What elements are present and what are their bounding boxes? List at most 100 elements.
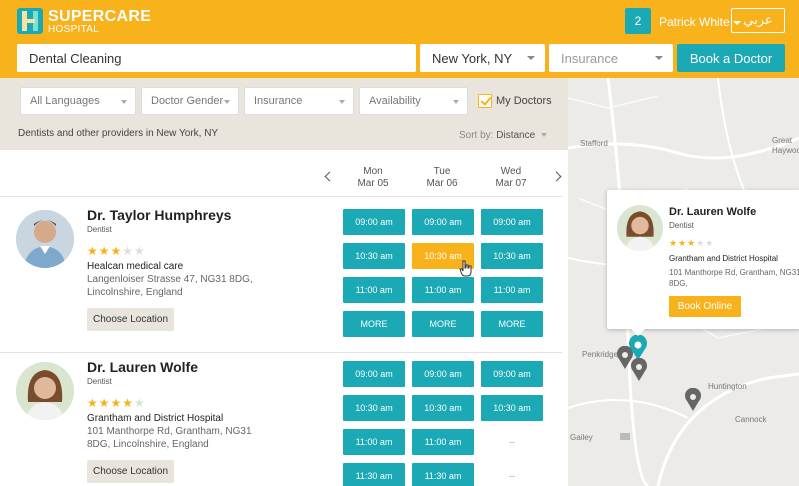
chevron-right-icon[interactable] <box>551 171 562 182</box>
time-slot[interactable]: 11:30 am <box>412 463 474 486</box>
no-slot: -- <box>509 471 515 481</box>
clinic-address: 101 Manthorpe Rd, Grantham, NG31 8DG, Li… <box>87 426 252 450</box>
my-doctors-checkbox[interactable] <box>478 94 492 108</box>
time-slot[interactable]: 11:00 am <box>412 277 474 303</box>
time-slot[interactable]: 11:00 am <box>343 277 405 303</box>
chevron-down-icon <box>541 133 548 138</box>
time-slot[interactable]: 09:00 am <box>412 209 474 235</box>
time-slot[interactable]: 09:00 am <box>481 209 543 235</box>
map-label: Gailey <box>570 433 593 442</box>
time-slot[interactable]: 11:30 am <box>343 463 405 486</box>
insurance-filter[interactable]: Insurance <box>244 87 354 115</box>
rating-stars: ★★★★★ <box>669 238 715 248</box>
divider <box>0 196 562 197</box>
time-slot[interactable]: 10:30 am <box>481 243 543 269</box>
clinic-address: Langenloiser Strasse 47, NG31 8DG, Linco… <box>87 274 253 298</box>
doctor-name[interactable]: Dr. Taylor Humphreys <box>87 207 231 223</box>
doctor-specialty: Dentist <box>87 225 112 234</box>
doctor-name[interactable]: Dr. Lauren Wolfe <box>87 359 198 375</box>
popup-doctor-name: Dr. Lauren Wolfe <box>669 206 757 218</box>
procedure-input[interactable]: Dental Cleaning <box>17 44 416 72</box>
chevron-down-icon <box>121 100 127 104</box>
popup-clinic: Grantham and District Hospital <box>669 254 778 263</box>
day-date: Mar 05 <box>357 178 389 189</box>
insurance-select[interactable]: Insurance <box>549 44 673 72</box>
chevron-down-icon <box>224 100 230 104</box>
more-button[interactable]: MORE <box>481 311 543 337</box>
day-header: Wed Mar 07 <box>480 166 542 190</box>
more-button[interactable]: MORE <box>412 311 474 337</box>
availability-filter-label: Availability <box>369 95 421 107</box>
day-header: Mon Mar 05 <box>342 166 404 190</box>
map-label: Penkridge <box>582 350 619 359</box>
sort-select[interactable]: Sort by: Distance <box>459 130 548 141</box>
results-summary: Dentists and other providers in New York… <box>18 128 219 139</box>
day-name: Mon <box>363 166 383 177</box>
chevron-down-icon <box>527 56 535 60</box>
chevron-down-icon <box>655 56 663 60</box>
choose-location-button[interactable]: Choose Location <box>87 460 174 483</box>
language-button[interactable]: عربي <box>731 8 785 33</box>
gender-filter[interactable]: Doctor Gender <box>141 87 239 115</box>
brand-subtitle: HOSPITAL <box>48 24 100 35</box>
time-slot[interactable]: 09:00 am <box>343 209 405 235</box>
map-pin-icon[interactable] <box>684 388 702 412</box>
popup-specialty: Dentist <box>669 221 694 230</box>
book-doctor-button[interactable]: Book a Doctor <box>677 44 785 72</box>
more-button[interactable]: MORE <box>343 311 405 337</box>
time-slot[interactable]: 10:30 am <box>481 395 543 421</box>
languages-filter-label: All Languages <box>30 95 100 107</box>
chevron-down-icon <box>339 100 345 104</box>
clinic-name: Healcan medical care <box>87 261 184 272</box>
avatar[interactable] <box>16 362 74 420</box>
sort-value: Distance <box>496 130 536 141</box>
languages-filter[interactable]: All Languages <box>20 87 136 115</box>
popup-address: 101 Manthorpe Rd, Grantham, NG31 8DG, <box>669 268 799 288</box>
user-name: Patrick White <box>659 15 730 29</box>
location-select[interactable]: New York, NY <box>420 44 545 72</box>
sort-label: Sort by: <box>459 130 494 141</box>
chevron-left-icon[interactable] <box>324 171 335 182</box>
map-label: Great Haywood <box>772 136 799 155</box>
doctor-specialty: Dentist <box>87 377 112 386</box>
chevron-down-icon <box>453 100 459 104</box>
day-header: Tue Mar 06 <box>411 166 473 190</box>
gender-filter-label: Doctor Gender <box>151 95 224 107</box>
map-popup: Dr. Lauren Wolfe Dentist ★★★★★ Grantham … <box>607 190 799 336</box>
time-slot[interactable]: 09:00 am <box>481 361 543 387</box>
rating-stars: ★★★★★ <box>87 244 146 258</box>
time-slot[interactable]: 10:30 am <box>343 395 405 421</box>
avatar <box>617 205 663 251</box>
cursor-hand-icon <box>459 260 472 277</box>
divider <box>0 352 562 353</box>
no-slot: -- <box>509 437 515 447</box>
avatar[interactable] <box>16 210 74 268</box>
location-value: New York, NY <box>432 50 513 66</box>
map-label: Huntington <box>708 382 747 391</box>
map-pin-icon[interactable] <box>630 358 648 382</box>
time-slot[interactable]: 10:30 am <box>412 395 474 421</box>
time-slot[interactable]: 11:00 am <box>343 429 405 455</box>
availability-filter[interactable]: Availability <box>359 87 468 115</box>
map-label: Cannock <box>735 415 767 424</box>
time-slot[interactable]: 10:30 am <box>343 243 405 269</box>
insurance-filter-label: Insurance <box>254 95 303 107</box>
day-date: Mar 07 <box>495 178 527 189</box>
user-menu[interactable]: Patrick White <box>659 15 741 29</box>
day-name: Tue <box>433 166 451 177</box>
time-slot[interactable]: 09:00 am <box>412 361 474 387</box>
clinic-name: Grantham and District Hospital <box>87 413 224 424</box>
day-date: Mar 06 <box>426 178 458 189</box>
my-doctors-label[interactable]: My Doctors <box>496 95 552 107</box>
time-slot[interactable]: 11:00 am <box>481 277 543 303</box>
time-slot[interactable]: 09:00 am <box>343 361 405 387</box>
map-label: Stafford <box>580 139 608 148</box>
top-header: SUPERCARE HOSPITAL 2 Patrick White عربي … <box>0 0 799 78</box>
book-online-button[interactable]: Book Online <box>669 296 741 317</box>
choose-location-button[interactable]: Choose Location <box>87 308 174 331</box>
time-slot[interactable]: 11:00 am <box>412 429 474 455</box>
day-name: Wed <box>500 166 522 177</box>
logo-icon <box>17 8 43 34</box>
procedure-value: Dental Cleaning <box>29 50 122 66</box>
notification-badge[interactable]: 2 <box>625 8 651 34</box>
